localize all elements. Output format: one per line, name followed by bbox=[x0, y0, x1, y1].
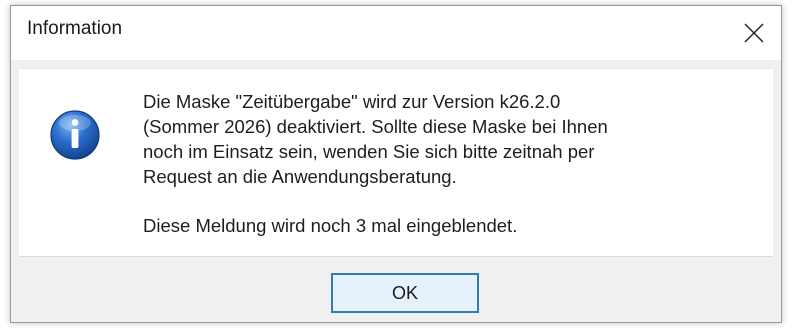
dialog-title: Information bbox=[27, 18, 123, 39]
information-icon bbox=[50, 110, 100, 160]
ok-button[interactable]: OK bbox=[331, 273, 479, 313]
focus-ring bbox=[335, 277, 475, 309]
close-icon bbox=[744, 23, 764, 43]
message-paragraph-2: Diese Meldung wird noch 3 mal eingeblend… bbox=[143, 215, 518, 236]
message-paragraph-1: Die Maske "Zeitübergabe" wird zur Versio… bbox=[143, 91, 608, 187]
title-bar: Information bbox=[11, 6, 781, 60]
message-text: Die Maske "Zeitübergabe" wird zur Versio… bbox=[143, 89, 743, 238]
close-button[interactable] bbox=[727, 6, 781, 60]
information-dialog: Information Die Maske "Zeitübergabe" wir… bbox=[10, 5, 782, 323]
message-area: Die Maske "Zeitübergabe" wird zur Versio… bbox=[19, 68, 773, 257]
